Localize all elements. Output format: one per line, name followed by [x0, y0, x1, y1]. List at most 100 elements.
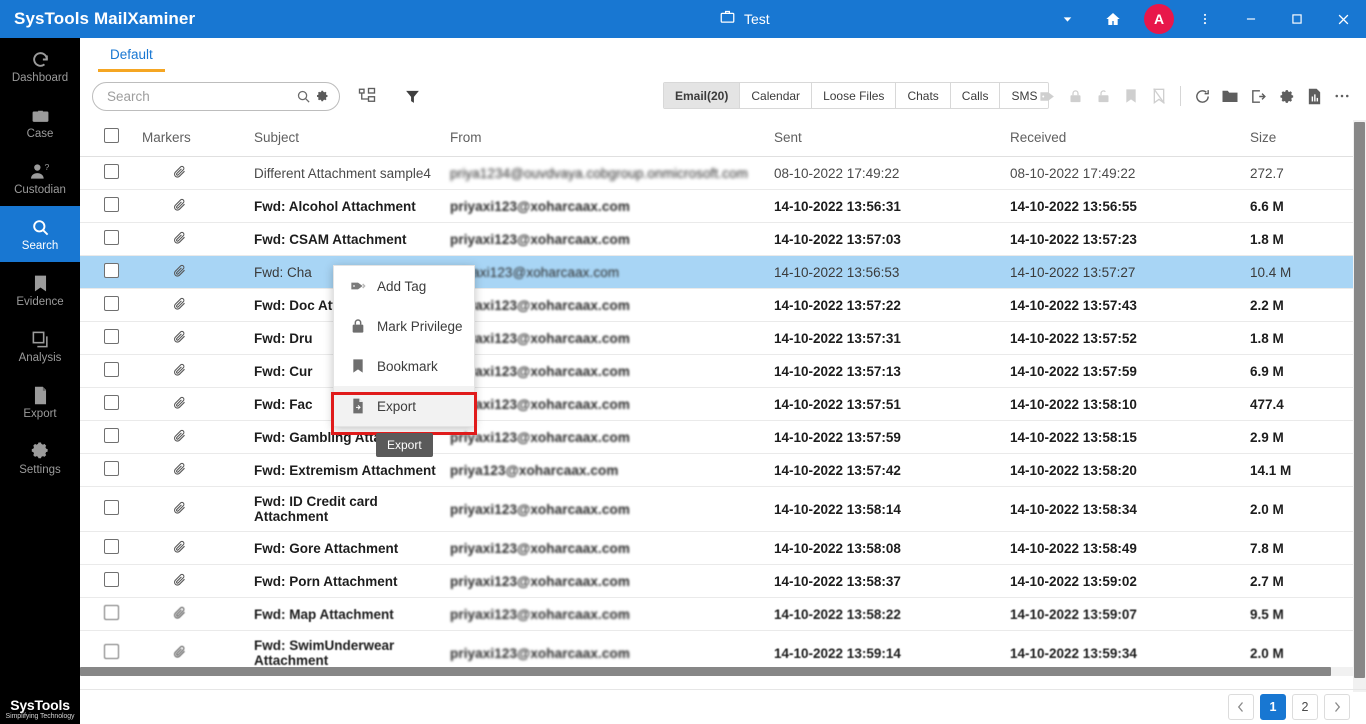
search-icon[interactable]	[296, 89, 311, 104]
row-checkbox[interactable]	[104, 395, 119, 410]
vertical-scrollbar[interactable]	[1353, 120, 1366, 692]
table-row[interactable]: Fwd: Alcohol Attachment priyaxi123@xoharc…	[80, 189, 1366, 223]
lock-open-icon[interactable]	[1089, 82, 1117, 110]
type-tab-loose-files[interactable]: Loose Files	[812, 83, 897, 108]
minimize-icon[interactable]	[1228, 0, 1274, 38]
type-tab-calls[interactable]: Calls	[950, 83, 1001, 108]
row-checkbox[interactable]	[104, 296, 119, 311]
sidebar-item-analysis[interactable]: Analysis	[0, 318, 80, 374]
search-settings-gear-icon[interactable]	[315, 89, 329, 103]
row-size-cell: 2.0 M	[1250, 486, 1366, 532]
logo-tagline: Simplifying Technology	[5, 713, 75, 720]
select-all-checkbox[interactable]	[104, 128, 119, 143]
column-header-size[interactable]: Size	[1250, 120, 1366, 157]
search-box[interactable]	[92, 81, 340, 111]
search-toolbar: Email(20) Calendar Loose Files Chats Cal…	[80, 72, 1366, 120]
row-checkbox[interactable]	[104, 572, 119, 587]
table-row[interactable]: Fwd: Porn Attachment priyaxi123@xoharcaax…	[80, 564, 1366, 598]
table-row[interactable]: Fwd: Gambling Attachment priyaxi123@xohar…	[80, 420, 1366, 454]
row-size-cell: 1.8 M	[1250, 321, 1366, 355]
column-header-sent[interactable]: Sent	[774, 120, 1010, 157]
table-row[interactable]: Fwd: Map Attachment priyaxi123@xoharcaax.…	[80, 597, 1366, 631]
funnel-icon[interactable]	[404, 88, 421, 105]
type-tab-chats[interactable]: Chats	[896, 83, 951, 108]
context-menu-item-bookmark[interactable]: Bookmark	[334, 346, 474, 386]
sidebar-item-search[interactable]: Search	[0, 206, 80, 262]
type-tab-email[interactable]: Email(20)	[664, 83, 741, 108]
row-checkbox[interactable]	[104, 197, 119, 212]
sidebar-item-export[interactable]: Export	[0, 374, 80, 430]
row-checkbox[interactable]	[104, 263, 119, 278]
vertical-scrollbar-thumb[interactable]	[1354, 122, 1365, 678]
table-row[interactable]: Fwd: Cha priyaxi123@xoharcaax.com 14-10-20…	[80, 255, 1366, 289]
row-checkbox[interactable]	[104, 644, 119, 659]
paperclip-icon	[142, 197, 187, 212]
context-menu-item-export[interactable]: Export	[334, 386, 474, 426]
row-from-text: priyaxi123@xoharcaax.com	[450, 396, 630, 412]
chevron-down-icon[interactable]	[1044, 0, 1090, 38]
tab-default[interactable]: Default	[98, 47, 165, 72]
sidebar-item-settings[interactable]: Settings	[0, 430, 80, 486]
row-checkbox[interactable]	[104, 500, 119, 515]
more-horizontal-icon[interactable]	[1328, 82, 1356, 110]
kebab-menu-icon[interactable]	[1182, 0, 1228, 38]
maximize-icon[interactable]	[1274, 0, 1320, 38]
pagination-page-1[interactable]: 1	[1260, 694, 1286, 720]
row-from-text: priyaxi123@xoharcaax.com	[450, 264, 620, 280]
sidebar-item-label: Dashboard	[11, 72, 69, 84]
row-from-cell: priyaxi123@xoharcaax.com	[450, 420, 774, 454]
row-from-text: priyaxi123@xoharcaax.com	[450, 297, 630, 313]
row-received-cell: 14-10-2022 13:58:10	[1010, 387, 1250, 421]
row-checkbox[interactable]	[104, 539, 119, 554]
type-tab-calendar[interactable]: Calendar	[740, 83, 813, 108]
table-row[interactable]: Fwd: Dru priyaxi123@xoharcaax.com 14-10-20…	[80, 321, 1366, 355]
paperclip-icon	[142, 539, 187, 554]
add-tag-icon[interactable]	[1033, 82, 1061, 110]
row-checkbox[interactable]	[104, 164, 119, 179]
row-checkbox[interactable]	[104, 362, 119, 377]
column-header-markers[interactable]: Markers	[142, 120, 254, 157]
row-from-text: priya1234@ouvdvaya.cobgroup.onmicrosoft.…	[450, 165, 748, 181]
export-icon[interactable]	[1244, 82, 1272, 110]
sidebar-item-case[interactable]: Case	[0, 94, 80, 150]
search-input[interactable]	[107, 88, 292, 104]
column-header-subject[interactable]: Subject	[254, 120, 450, 157]
table-row[interactable]: Different Attachment sample4 priya1234@ou…	[80, 156, 1366, 190]
row-checkbox[interactable]	[104, 329, 119, 344]
refresh-icon[interactable]	[1188, 82, 1216, 110]
gear-icon[interactable]	[1272, 82, 1300, 110]
horizontal-scrollbar[interactable]	[80, 667, 1353, 676]
table-row[interactable]: Fwd: Extremism Attachment priya123@xoharc…	[80, 453, 1366, 487]
table-row[interactable]: Fwd: Gore Attachment priyaxi123@xoharcaax…	[80, 531, 1366, 565]
row-sent-cell: 14-10-2022 13:57:13	[774, 354, 1010, 388]
bookmark-remove-icon[interactable]	[1145, 82, 1173, 110]
bookmark-icon[interactable]	[1117, 82, 1145, 110]
home-icon[interactable]	[1090, 0, 1136, 38]
context-menu-item-add-tag[interactable]: Add Tag	[334, 266, 474, 306]
row-checkbox[interactable]	[104, 461, 119, 476]
folder-icon[interactable]	[1216, 82, 1244, 110]
table-row[interactable]: Fwd: CSAM Attachment priyaxi123@xoharcaax…	[80, 222, 1366, 256]
column-header-from[interactable]: From	[450, 120, 774, 157]
pagination-next-button[interactable]	[1324, 694, 1350, 720]
hierarchy-icon[interactable]	[358, 87, 376, 105]
avatar[interactable]: A	[1144, 4, 1174, 34]
sidebar-item-evidence[interactable]: Evidence	[0, 262, 80, 318]
row-checkbox[interactable]	[104, 605, 119, 620]
table-row[interactable]: Fwd: Fac priyaxi123@xoharcaax.com 14-10-20…	[80, 387, 1366, 421]
pagination-prev-button[interactable]	[1228, 694, 1254, 720]
table-row[interactable]: Fwd: Cur priyaxi123@xoharcaax.com 14-10-20…	[80, 354, 1366, 388]
sidebar-item-custodian[interactable]: ? Custodian	[0, 150, 80, 206]
table-row[interactable]: Fwd: ID Credit card Attachment priyaxi123…	[80, 486, 1366, 532]
row-checkbox[interactable]	[104, 230, 119, 245]
column-header-received[interactable]: Received	[1010, 120, 1250, 157]
lock-closed-icon[interactable]	[1061, 82, 1089, 110]
pagination-page-2[interactable]: 2	[1292, 694, 1318, 720]
row-checkbox[interactable]	[104, 428, 119, 443]
report-icon[interactable]	[1300, 82, 1328, 110]
horizontal-scrollbar-thumb[interactable]	[80, 667, 1331, 676]
context-menu-item-mark-privilege[interactable]: Mark Privilege	[334, 306, 474, 346]
sidebar-item-dashboard[interactable]: Dashboard	[0, 38, 80, 94]
close-icon[interactable]	[1320, 0, 1366, 38]
table-row[interactable]: Fwd: Doc Attachme priyaxi123@xoharcaax.co…	[80, 288, 1366, 322]
